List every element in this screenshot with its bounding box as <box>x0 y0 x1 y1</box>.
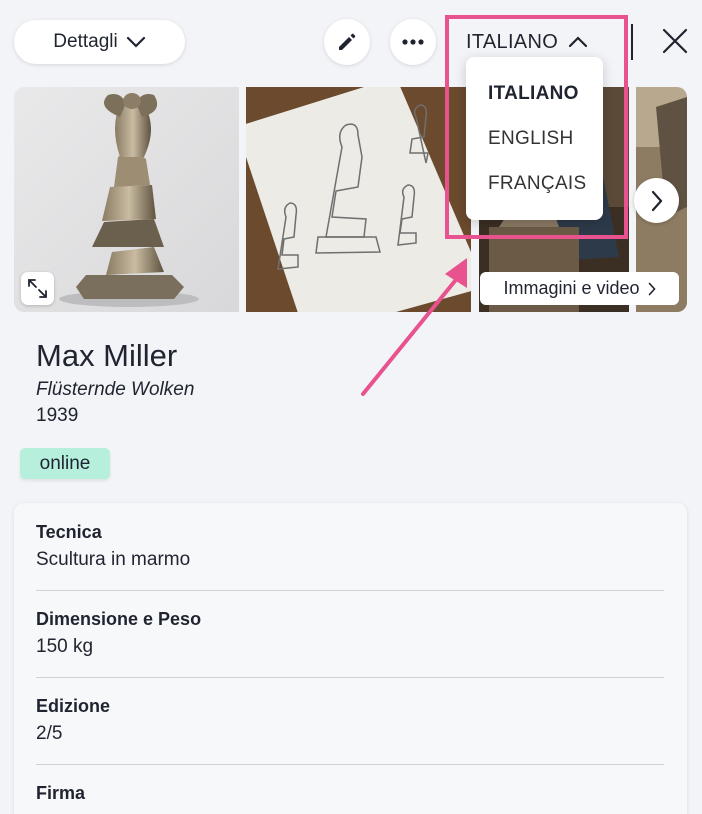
gallery-next-button[interactable] <box>634 178 679 223</box>
status-badge: online <box>20 448 110 479</box>
more-dots-icon <box>402 39 424 45</box>
details-label: Dettagli <box>53 31 118 52</box>
detail-divider <box>36 677 664 678</box>
detail-value-dimensione: 150 kg <box>36 636 94 657</box>
annotation-highlight-box <box>445 15 628 239</box>
detail-divider <box>36 764 664 765</box>
detail-value-tecnica: Scultura in marmo <box>36 549 191 570</box>
close-icon <box>662 28 688 54</box>
annotation-arrow-icon <box>361 258 467 396</box>
pencil-icon <box>339 33 356 50</box>
chevron-right-icon <box>651 190 662 211</box>
detail-value-edizione: 2/5 <box>36 723 63 744</box>
detail-divider <box>36 590 664 591</box>
detail-label-firma: Firma <box>36 783 86 803</box>
artist-name: Max Miller <box>36 338 178 373</box>
images-and-video-label: Immagini e video <box>503 278 640 298</box>
expand-icon <box>28 279 47 298</box>
edit-button[interactable] <box>324 19 370 65</box>
detail-label-edizione: Edizione <box>36 696 111 716</box>
header-divider <box>631 24 633 60</box>
details-dropdown-button[interactable]: Dettagli <box>14 20 185 64</box>
expand-image-button[interactable] <box>21 272 54 305</box>
more-options-button[interactable] <box>390 19 436 65</box>
chevron-right-icon <box>648 282 656 295</box>
chevron-down-icon <box>126 36 145 48</box>
images-and-video-button[interactable]: Immagini e video <box>480 272 679 305</box>
close-button[interactable] <box>660 26 690 56</box>
detail-label-dimensione: Dimensione e Peso <box>36 609 202 629</box>
artwork-title: Flüsternde Wolken <box>36 379 195 400</box>
detail-label-tecnica: Tecnica <box>36 522 102 542</box>
artwork-year: 1939 <box>36 405 79 426</box>
